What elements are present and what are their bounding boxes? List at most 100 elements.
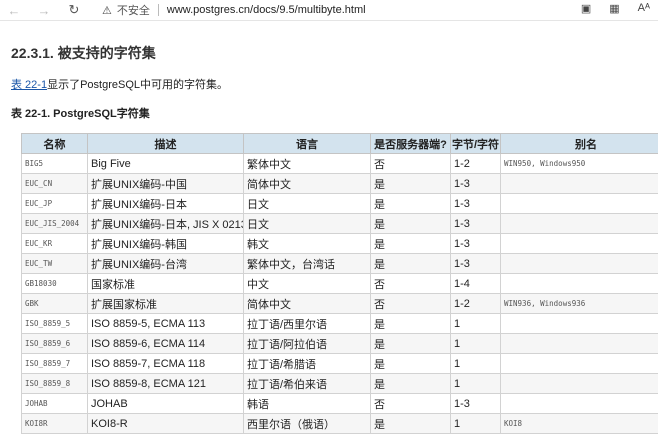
- table-body: BIG5Big Five繁体中文否1-2WIN950, Windows950EU…: [22, 154, 658, 434]
- toolbar-actions: ▣ ▦ Aᴬ: [581, 2, 650, 15]
- cell-description: ISO 8859-6, ECMA 114: [88, 334, 244, 354]
- cell-language: 日文: [244, 214, 371, 234]
- cell-aliases: [501, 274, 658, 294]
- table-row: ISO_8859_7ISO 8859-7, ECMA 118拉丁语/希腊语是1: [22, 354, 658, 374]
- cell-description: 扩展UNIX编码-中国: [88, 174, 244, 194]
- table-row: EUC_CN扩展UNIX编码-中国简体中文是1-3: [22, 174, 658, 194]
- cell-server-side: 是: [371, 234, 451, 254]
- cell-server-side: 是: [371, 374, 451, 394]
- table-row: BIG5Big Five繁体中文否1-2WIN950, Windows950: [22, 154, 658, 174]
- cell-description: 扩展国家标准: [88, 294, 244, 314]
- header-language: 语言: [244, 134, 371, 154]
- cell-aliases: [501, 394, 658, 414]
- cell-language: 中文: [244, 274, 371, 294]
- cell-language: 繁体中文，台湾话: [244, 254, 371, 274]
- cell-language: 繁体中文: [244, 154, 371, 174]
- cell-aliases: [501, 194, 658, 214]
- cell-server-side: 否: [371, 294, 451, 314]
- cell-server-side: 否: [371, 274, 451, 294]
- cell-server-side: 否: [371, 154, 451, 174]
- cell-description: ISO 8859-5, ECMA 113: [88, 314, 244, 334]
- cell-bytes: 1-3: [451, 394, 501, 414]
- security-label[interactable]: 不安全: [117, 2, 150, 18]
- cell-language: 简体中文: [244, 174, 371, 194]
- intro-text: 显示了PostgreSQL中可用的字符集。: [47, 79, 228, 91]
- cell-aliases: [501, 174, 658, 194]
- cell-server-side: 是: [371, 354, 451, 374]
- cell-aliases: WIN936, Windows936: [501, 294, 658, 314]
- cell-name: EUC_JIS_2004: [22, 214, 88, 234]
- page-content: 22.3.1. 被支持的字符集 表 22-1显示了PostgreSQL中可用的字…: [0, 20, 658, 424]
- cell-description: ISO 8859-8, ECMA 121: [88, 374, 244, 394]
- browser-toolbar: ← → ↻ ⚠ 不安全 www.postgres.cn/docs/9.5/mul…: [0, 0, 658, 20]
- qr-code-icon[interactable]: ▦: [609, 2, 619, 15]
- cell-bytes: 1: [451, 374, 501, 394]
- cell-name: GB18030: [22, 274, 88, 294]
- cell-language: 拉丁语/希腊语: [244, 354, 371, 374]
- cell-name: ISO_8859_7: [22, 354, 88, 374]
- cell-language: 韩语: [244, 394, 371, 414]
- cell-language: 拉丁语/希伯来语: [244, 374, 371, 394]
- cell-language: 拉丁语/阿拉伯语: [244, 334, 371, 354]
- table-caption: 表 22-1. PostgreSQL字符集: [11, 105, 150, 121]
- table-row: ISO_8859_8ISO 8859-8, ECMA 121拉丁语/希伯来语是1: [22, 374, 658, 394]
- cell-name: KOI8R: [22, 414, 88, 434]
- cell-language: 日文: [244, 194, 371, 214]
- cell-name: ISO_8859_8: [22, 374, 88, 394]
- cell-description: 扩展UNIX编码-日本: [88, 194, 244, 214]
- reader-view-icon[interactable]: ▣: [581, 2, 591, 15]
- cell-bytes: 1: [451, 334, 501, 354]
- cell-server-side: 是: [371, 334, 451, 354]
- cell-aliases: [501, 234, 658, 254]
- table-row: ISO_8859_5ISO 8859-5, ECMA 113拉丁语/西里尔语是1: [22, 314, 658, 334]
- table-row: EUC_JIS_2004扩展UNIX编码-日本, JIS X 0213日文是1-…: [22, 214, 658, 234]
- cell-name: EUC_TW: [22, 254, 88, 274]
- cell-bytes: 1-2: [451, 294, 501, 314]
- cell-server-side: 是: [371, 194, 451, 214]
- cell-name: GBK: [22, 294, 88, 314]
- cell-language: 拉丁语/西里尔语: [244, 314, 371, 334]
- cell-language: 西里尔语（俄语）: [244, 414, 371, 434]
- header-name: 名称: [22, 134, 88, 154]
- cell-server-side: 是: [371, 174, 451, 194]
- address-bar[interactable]: ⚠ 不安全 www.postgres.cn/docs/9.5/multibyte…: [102, 1, 366, 19]
- table-ref-link[interactable]: 表 22-1: [11, 79, 47, 91]
- cell-aliases: [501, 314, 658, 334]
- cell-bytes: 1-3: [451, 254, 501, 274]
- table-header-row: 名称 描述 语言 是否服务器端? 字节/字符 别名: [22, 134, 658, 154]
- intro-paragraph: 表 22-1显示了PostgreSQL中可用的字符集。: [11, 76, 228, 92]
- reload-icon[interactable]: ↻: [66, 2, 82, 18]
- header-server-side: 是否服务器端?: [371, 134, 451, 154]
- forward-arrow-icon[interactable]: →: [36, 2, 52, 18]
- cell-aliases: KOI8: [501, 414, 658, 434]
- cell-server-side: 是: [371, 414, 451, 434]
- back-arrow-icon[interactable]: ←: [6, 2, 22, 18]
- cell-description: 扩展UNIX编码-台湾: [88, 254, 244, 274]
- cell-bytes: 1: [451, 414, 501, 434]
- cell-aliases: [501, 374, 658, 394]
- text-size-icon[interactable]: Aᴬ: [638, 2, 650, 15]
- cell-bytes: 1-3: [451, 234, 501, 254]
- table-row: GBK扩展国家标准简体中文否1-2WIN936, Windows936: [22, 294, 658, 314]
- header-bytes-per-char: 字节/字符: [451, 134, 501, 154]
- warning-icon[interactable]: ⚠: [102, 4, 112, 17]
- table-row: GB18030国家标准中文否1-4: [22, 274, 658, 294]
- cell-name: EUC_JP: [22, 194, 88, 214]
- table-row: JOHABJOHAB韩语否1-3: [22, 394, 658, 414]
- address-divider: [158, 4, 159, 16]
- url-text[interactable]: www.postgres.cn/docs/9.5/multibyte.html: [167, 4, 366, 16]
- cell-bytes: 1-3: [451, 174, 501, 194]
- cell-description: KOI8-R: [88, 414, 244, 434]
- cell-description: 国家标准: [88, 274, 244, 294]
- cell-name: BIG5: [22, 154, 88, 174]
- cell-description: ISO 8859-7, ECMA 118: [88, 354, 244, 374]
- cell-aliases: [501, 354, 658, 374]
- cell-bytes: 1-2: [451, 154, 501, 174]
- header-aliases: 别名: [501, 134, 658, 154]
- cell-aliases: [501, 214, 658, 234]
- cell-description: 扩展UNIX编码-韩国: [88, 234, 244, 254]
- charset-table: 名称 描述 语言 是否服务器端? 字节/字符 别名 BIG5Big Five繁体…: [21, 133, 658, 434]
- cell-server-side: 否: [371, 394, 451, 414]
- cell-bytes: 1: [451, 314, 501, 334]
- cell-bytes: 1-3: [451, 194, 501, 214]
